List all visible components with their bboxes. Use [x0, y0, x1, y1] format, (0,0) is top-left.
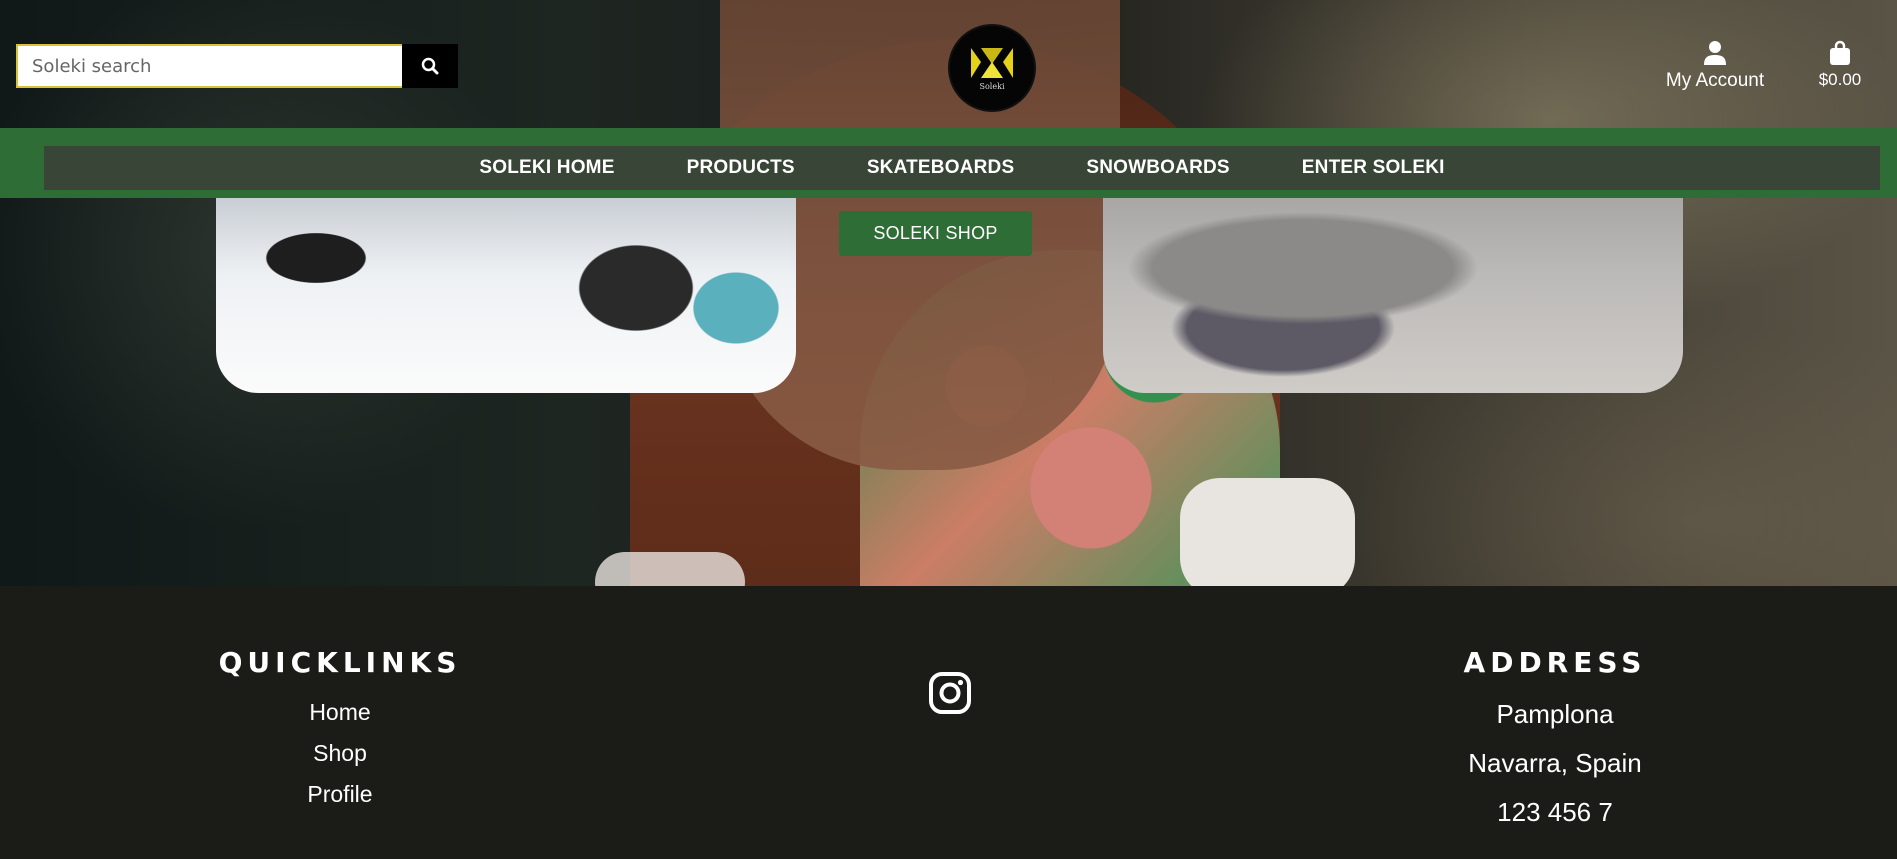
nav-bar: SOLEKI HOME PRODUCTS SKATEBOARDS SNOWBOA… [44, 146, 1880, 190]
nav-link-enter-soleki[interactable]: ENTER SOLEKI [1302, 157, 1445, 179]
address-phone: 123 456 7 [1497, 797, 1613, 827]
quicklinks-section: QUICKLINKS Home Shop Profile [200, 586, 480, 808]
address-city: Pamplona [1496, 699, 1614, 729]
main-navigation: SOLEKI HOME PRODUCTS SKATEBOARDS SNOWBOA… [0, 128, 1897, 198]
address-section: ADDRESS Pamplona Navarra, Spain 123 456 … [1415, 586, 1695, 828]
address-region: Navarra, Spain [1468, 748, 1642, 778]
user-icon [1704, 41, 1726, 65]
instagram-link[interactable] [928, 671, 972, 715]
address-title: ADDRESS [1463, 646, 1647, 679]
quicklinks-title: QUICKLINKS [218, 646, 462, 679]
site-footer: QUICKLINKS Home Shop Profile ADDRESS Pam… [0, 586, 1897, 859]
shopping-bag-icon [1830, 40, 1850, 65]
skateboard-wheel-image [1180, 478, 1355, 586]
site-logo[interactable]: Soleki [948, 24, 1036, 112]
logo-text: Soleki [979, 81, 1005, 91]
search-icon [421, 57, 439, 75]
search-input[interactable] [16, 44, 402, 88]
nav-link-skateboards[interactable]: SKATEBOARDS [867, 157, 1015, 179]
nav-link-products[interactable]: PRODUCTS [687, 157, 795, 179]
footer-link-home[interactable]: Home [200, 699, 480, 726]
cart-total: $0.00 [1818, 70, 1862, 89]
instagram-icon [929, 672, 971, 714]
my-account-label: My Account [1665, 70, 1765, 91]
soleki-shop-button[interactable]: SOLEKI SHOP [839, 211, 1032, 256]
snowboard-card-image[interactable] [216, 198, 796, 393]
skateboard-wheel-image [595, 552, 745, 586]
nav-link-soleki-home[interactable]: SOLEKI HOME [479, 157, 614, 179]
my-account-link[interactable]: My Account [1660, 38, 1770, 92]
footer-link-shop[interactable]: Shop [200, 740, 480, 767]
skatepark-card-image[interactable] [1103, 198, 1683, 393]
search-button[interactable] [402, 44, 458, 88]
footer-link-profile[interactable]: Profile [200, 781, 480, 808]
logo-mark-icon [971, 47, 1013, 78]
shopping-cart-link[interactable]: $0.00 [1810, 38, 1870, 90]
nav-link-snowboards[interactable]: SNOWBOARDS [1086, 157, 1229, 179]
search-form [16, 44, 458, 88]
